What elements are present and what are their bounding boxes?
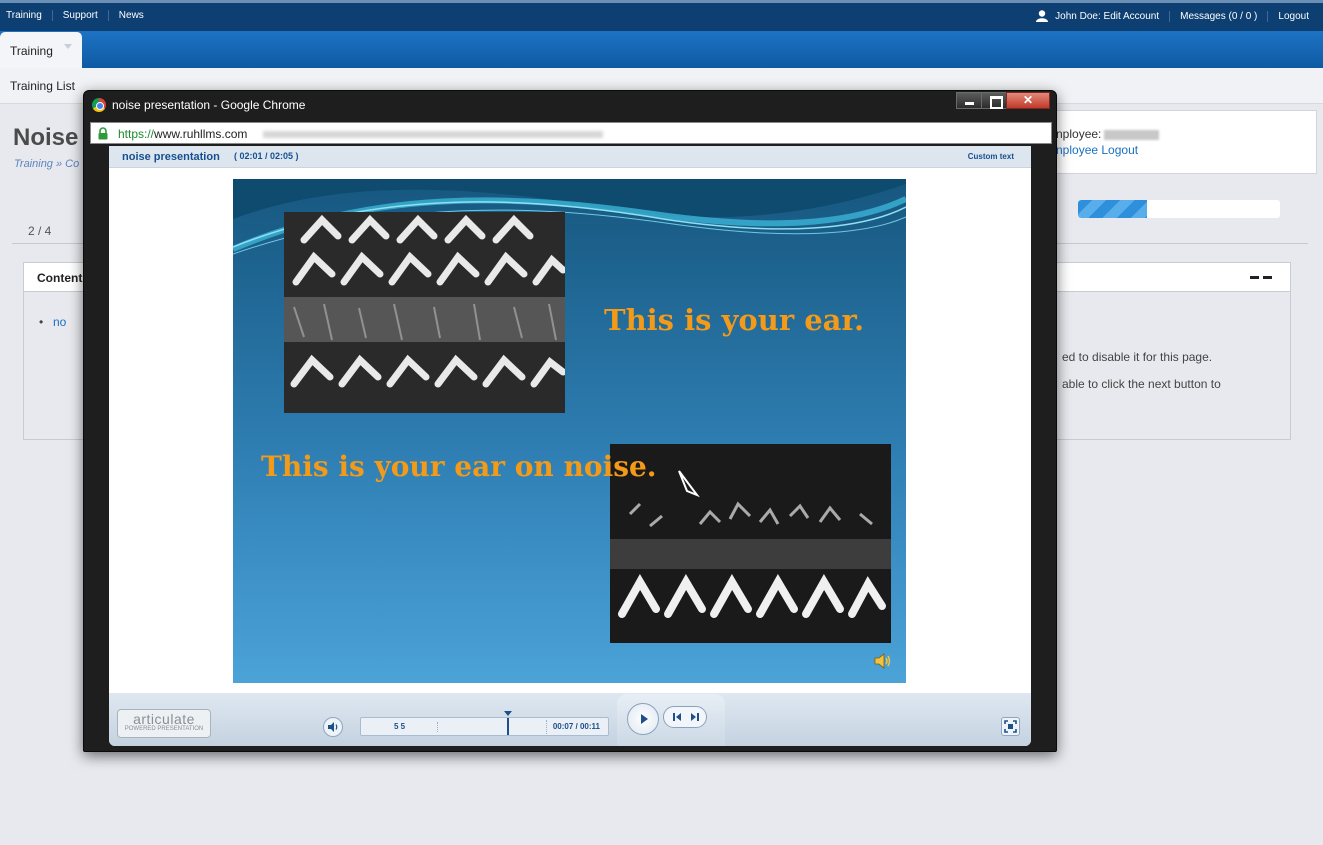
slide-nav [663,706,707,728]
prev-icon[interactable] [672,712,684,722]
presentation-time: ( 02:01 / 02:05 ) [234,151,299,161]
presentation-popup-window: noise presentation - Google Chrome ✕ htt… [83,90,1057,752]
playhead[interactable] [507,718,509,735]
player-controls: articulate POWERED PRESENTATION 5 5 00:0… [109,693,1031,746]
seek-separator [546,720,547,734]
instruction-text-2: able to click the next button to [1062,377,1221,391]
top-link-support[interactable]: Support [51,10,108,21]
play-icon[interactable] [627,703,659,735]
content-heading: Content [37,271,83,285]
page-title: Noise [13,124,79,151]
breadcrumb[interactable]: Training » Co [14,158,79,170]
volume-icon [328,722,338,732]
edit-account-link[interactable]: John Doe: Edit Account [1055,11,1169,22]
pointer-icon [678,470,700,498]
slide-caption-ear-noise: This is your ear on noise. [261,450,657,483]
playback-control-pod [617,694,725,746]
tab-training[interactable]: Training [0,32,82,68]
window-title: noise presentation - Google Chrome [112,98,306,112]
employee-name-redacted [1104,129,1160,140]
playhead-marker[interactable] [504,711,512,716]
brand-line-1: articulate [133,711,195,727]
top-link-news[interactable]: News [107,10,154,21]
top-nav-left: Training Support News [6,10,154,21]
employee-label-row: nployee: [1056,127,1160,141]
track-time: 00:07 / 00:11 [552,722,600,731]
brand-line-2: POWERED PRESENTATION [124,726,204,732]
collapse-icon[interactable] [1250,276,1272,279]
volume-button[interactable] [323,717,343,737]
next-icon[interactable] [688,712,700,722]
chrome-logo-icon [92,98,106,112]
player-header: noise presentation ( 02:01 / 02:05 ) Cus… [109,146,1031,168]
slide-canvas[interactable]: This is your ear. This is your ear on no… [233,179,906,683]
presentation-title: noise presentation [122,151,220,163]
presentation-player: noise presentation ( 02:01 / 02:05 ) Cus… [109,146,1031,746]
window-title-bar[interactable]: noise presentation - Google Chrome ✕ [84,91,1056,119]
user-icon [1036,10,1049,22]
lock-icon [98,127,108,140]
messages-link[interactable]: Messages (0 / 0 ) [1169,10,1267,22]
main-tab-bar: Training [0,31,1323,68]
progress-fill [1078,200,1147,218]
page-counter: 2 / 4 [28,224,52,238]
custom-text-link[interactable]: Custom text [968,152,1014,161]
logout-link[interactable]: Logout [1267,10,1309,22]
training-progress-bar [1078,200,1280,218]
close-icon[interactable]: ✕ [1006,92,1050,109]
seek-tick [437,722,438,732]
chevron-down-icon[interactable] [64,44,72,49]
healthy-hair-cells-image [284,212,565,413]
seek-bar[interactable]: 5 5 00:07 / 00:11 [360,711,609,736]
articulate-logo: articulate POWERED PRESENTATION [117,709,211,738]
top-nav-right: John Doe: Edit Account Messages (0 / 0 )… [1035,10,1309,22]
window-controls: ✕ [956,92,1050,109]
url-text: https://www.ruhllms.com [118,127,247,141]
top-link-training[interactable]: Training [6,10,52,21]
url-host: www.ruhllms.com [154,127,248,141]
track-label: 5 5 [394,722,406,731]
maximize-icon[interactable] [981,92,1007,109]
address-bar[interactable]: https://www.ruhllms.com [90,122,1052,144]
slide-caption-ear: This is your ear. [604,303,865,337]
employee-logout-link[interactable]: nployee Logout [1056,143,1138,157]
fullscreen-icon[interactable] [1001,717,1020,736]
speaker-icon[interactable] [874,653,892,669]
tab-training-label: Training [10,44,53,58]
employee-box: nployee: nployee Logout [1052,110,1317,174]
training-list-link[interactable]: Training List [10,79,75,93]
url-path-redacted [263,131,603,138]
employee-label: nployee: [1056,127,1102,141]
content-list-item[interactable]: no [39,315,67,329]
fullscreen-glyph [1004,720,1017,733]
minimize-icon[interactable] [956,92,982,109]
instruction-text-1: ed to disable it for this page. [1062,350,1213,364]
url-protocol: https:// [118,127,155,141]
top-nav-bar: Training Support News John Doe: Edit Acc… [0,0,1323,31]
